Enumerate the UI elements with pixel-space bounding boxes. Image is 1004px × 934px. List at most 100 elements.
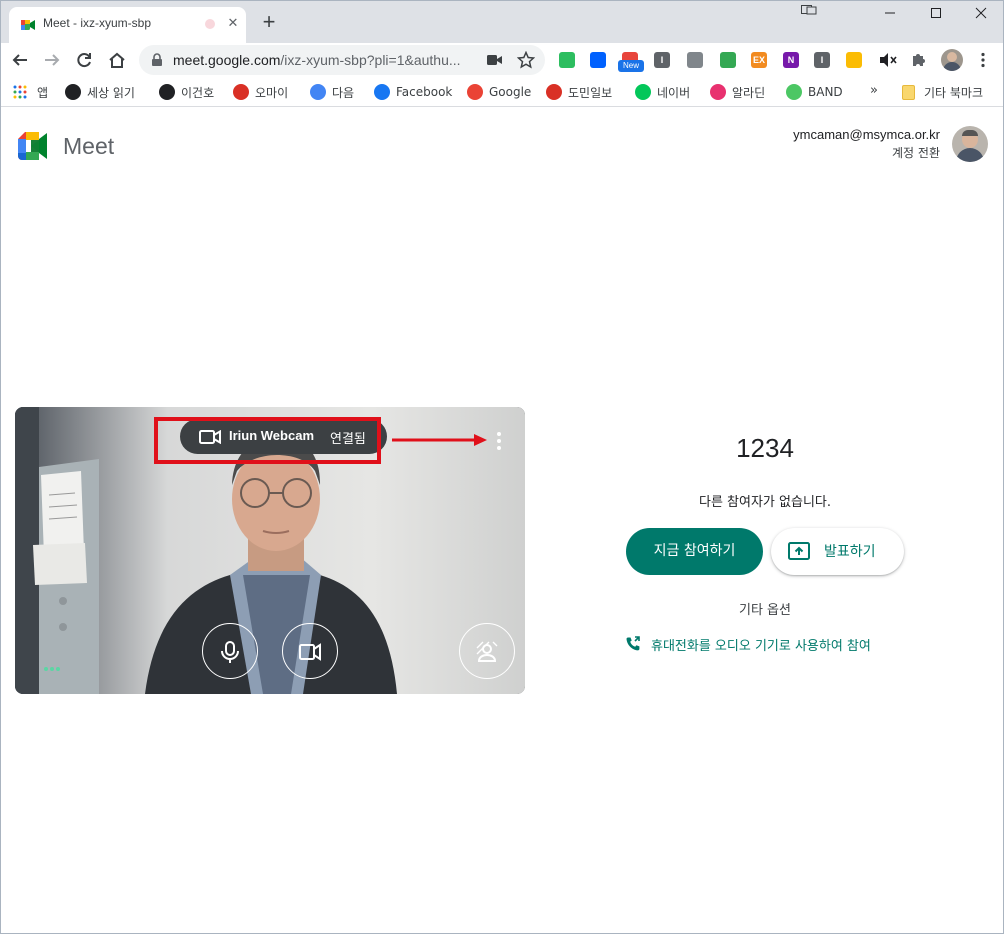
dropbox-icon[interactable] — [590, 52, 606, 68]
annotation-highlight-box — [154, 417, 381, 464]
phone-audio-label: 휴대전화를 오디오 기기로 사용하여 참여 — [651, 638, 871, 654]
present-label: 발표하기 — [824, 544, 876, 560]
present-button[interactable]: 발표하기 — [771, 528, 904, 575]
ohmy-icon — [233, 84, 249, 100]
daum-icon — [310, 84, 326, 100]
tistory-icon — [65, 84, 81, 100]
maximize-button[interactable] — [913, 1, 958, 29]
onenote-icon[interactable]: N — [783, 52, 799, 68]
maximize-icon — [930, 8, 941, 18]
grey-square-extension-icon[interactable] — [687, 52, 703, 68]
url-text[interactable]: meet.google.com/ixz-xyum-sbp?pli=1&authu… — [173, 52, 461, 68]
forward-button[interactable] — [39, 47, 65, 73]
dark-i-extension-icon[interactable]: I — [654, 52, 670, 68]
bookmark-2[interactable]: 이건호 — [159, 82, 214, 102]
tistory-icon — [159, 84, 175, 100]
bookmark-apps-label: 앱 — [37, 85, 49, 100]
lock-icon[interactable] — [151, 53, 163, 67]
present-screen-icon — [788, 542, 810, 560]
extensions-puzzle-icon[interactable] — [910, 51, 928, 69]
audio-level-dots-icon — [44, 667, 60, 671]
bookmark-label: 세상 읽기 — [87, 85, 135, 100]
account-avatar[interactable] — [952, 126, 988, 162]
folder-icon — [902, 84, 915, 100]
new-tab-button[interactable]: + — [257, 11, 281, 35]
bookmark-10[interactable]: BAND — [786, 82, 843, 102]
bookmark-9[interactable]: 알라딘 — [710, 82, 765, 102]
home-button[interactable] — [104, 47, 130, 73]
switch-account-link[interactable]: 계정 전환 — [892, 144, 940, 161]
bookmark-4[interactable]: 다음 — [310, 82, 354, 102]
url-host: meet.google.com — [173, 52, 281, 68]
bookmark-label: 다음 — [332, 85, 355, 100]
apps-grid-icon — [13, 85, 27, 99]
arrow-right-icon — [45, 54, 60, 66]
back-button[interactable] — [7, 47, 33, 73]
bookmark-label: BAND — [808, 85, 843, 99]
bookmark-label: 이건호 — [181, 85, 215, 100]
bookmark-label: Facebook — [396, 85, 453, 99]
bookmark-label: 알라딘 — [732, 85, 766, 100]
no-participants-text: 다른 참여자가 없습니다. — [699, 495, 831, 510]
recording-dot-icon — [205, 19, 215, 29]
bookmark-label: 도민일보 — [568, 85, 613, 100]
bookmark-other-folder[interactable]: 기타 북마크 — [902, 82, 983, 102]
media-indicator-icon[interactable] — [801, 4, 817, 16]
new-badge: New — [618, 60, 644, 72]
close-window-icon — [975, 7, 986, 19]
other-options-label: 기타 옵션 — [739, 603, 791, 618]
bookmark-8[interactable]: 네이버 — [635, 82, 690, 102]
microphone-toggle-button[interactable] — [202, 623, 258, 679]
bookmark-apps[interactable]: 앱 — [13, 82, 48, 102]
join-now-button[interactable]: 지금 참여하기 — [626, 528, 763, 575]
ex-extension-icon[interactable]: EX — [751, 52, 767, 68]
reload-button[interactable] — [71, 47, 97, 73]
camera-in-use-icon[interactable] — [487, 54, 503, 66]
close-tab-icon[interactable]: ✕ — [225, 16, 241, 32]
bookmark-star-icon[interactable] — [517, 51, 535, 69]
close-window-button[interactable] — [958, 1, 1003, 29]
dark-i2-extension-icon[interactable]: I — [814, 52, 830, 68]
bookmark-7[interactable]: 도민일보 — [546, 82, 612, 102]
bookmark-3[interactable]: 오마이 — [233, 82, 288, 102]
camera-toggle-button[interactable] — [282, 623, 338, 679]
meet-brand-text: Meet — [63, 133, 115, 159]
arrow-left-icon — [12, 54, 27, 66]
meet-favicon-icon — [21, 20, 35, 30]
videocam-toggle-icon — [299, 643, 321, 661]
bookmark-label: Google — [489, 85, 532, 99]
account-email: ymcaman@msymca.or.kr — [793, 127, 940, 142]
bookmark-5[interactable]: Facebook — [374, 82, 452, 102]
bookmark-1[interactable]: 세상 읽기 — [65, 82, 135, 102]
domin-icon — [546, 84, 562, 100]
bookmark-label: 네이버 — [657, 85, 691, 100]
palette-extension-icon[interactable] — [846, 52, 862, 68]
chrome-menu-icon[interactable] — [980, 52, 986, 68]
tab-strip: Meet - ixz-xyum-sbp ✕ + — [1, 1, 1003, 43]
browser-toolbar: meet.google.com/ixz-xyum-sbp?pli=1&authu… — [1, 43, 1003, 77]
tab-meet[interactable]: Meet - ixz-xyum-sbp ✕ — [9, 7, 246, 43]
bookmark-label: 오마이 — [255, 85, 289, 100]
home-icon — [109, 52, 125, 68]
phone-audio-link[interactable]: 휴대전화를 오디오 기기로 사용하여 참여 — [625, 635, 871, 654]
bookmark-other-label: 기타 북마크 — [924, 85, 984, 100]
muted-speaker-icon[interactable] — [879, 52, 897, 68]
profile-avatar[interactable] — [941, 49, 963, 71]
meet-logo-icon[interactable] — [18, 132, 52, 160]
address-bar[interactable]: meet.google.com/ixz-xyum-sbp?pli=1&authu… — [139, 45, 545, 75]
bookmark-6[interactable]: Google — [467, 82, 531, 102]
person-background-icon — [476, 641, 498, 662]
aladin-icon — [710, 84, 726, 100]
visual-effects-button[interactable] — [459, 623, 515, 679]
url-path: /ixz-xyum-sbp?pli=1&authu... — [280, 52, 461, 68]
evernote-icon[interactable] — [559, 52, 575, 68]
green-extension-icon[interactable] — [720, 52, 736, 68]
bookmarks-overflow-button[interactable]: » — [870, 83, 878, 98]
more-options-vertical-icon[interactable] — [493, 431, 505, 451]
minimize-button[interactable] — [867, 1, 912, 29]
minimize-icon — [884, 12, 895, 14]
reload-icon — [77, 53, 91, 68]
phone-forward-icon — [626, 636, 640, 651]
tab-title: Meet - ixz-xyum-sbp — [43, 16, 152, 30]
annotation-arrow-icon — [392, 434, 487, 446]
